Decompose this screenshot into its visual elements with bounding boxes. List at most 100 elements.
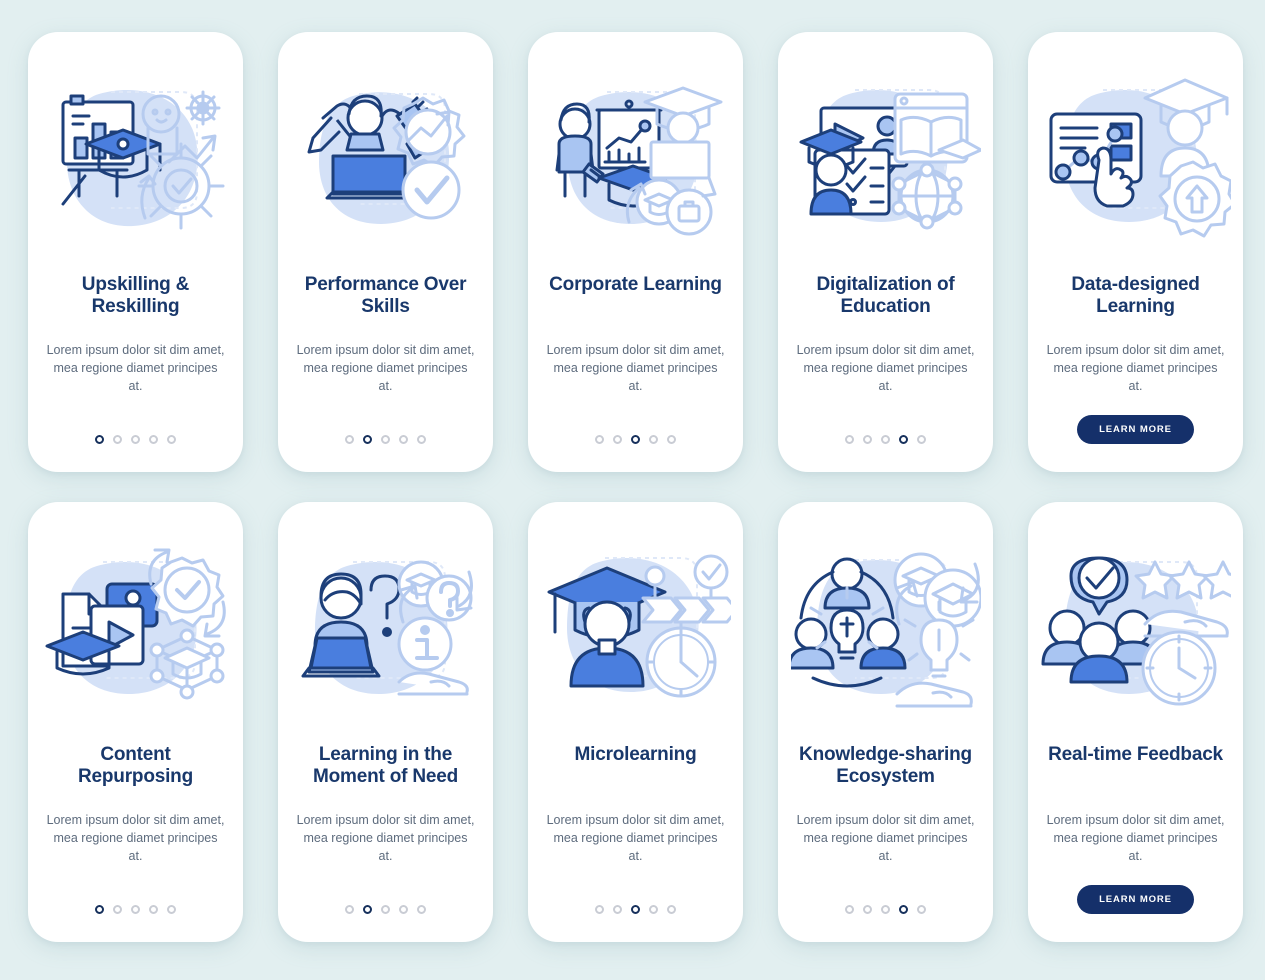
pagination-dot-active[interactable]: [899, 435, 908, 444]
multitasking-person-laptop-gear-chart-checkmark-icon: [291, 66, 481, 256]
card-body-text: Lorem ipsum dolor sit dim amet, mea regi…: [796, 343, 975, 393]
pagination-dots: [595, 905, 676, 914]
pagination-dot[interactable]: [417, 435, 426, 444]
card-footer: [778, 905, 993, 914]
pagination-dot[interactable]: [863, 905, 872, 914]
pagination-dot[interactable]: [667, 435, 676, 444]
documents-video-graduation-cap-gear-check-network-icon: [41, 536, 231, 726]
card-footer: LEARN MORE: [1028, 885, 1243, 914]
pagination-dots: [595, 435, 676, 444]
pagination-dot[interactable]: [595, 905, 604, 914]
card-title: Digitalization of Education: [816, 274, 955, 318]
teacher-pointer-chart-board-graduate-briefcase-icon: [541, 66, 731, 256]
pagination-dot[interactable]: [917, 435, 926, 444]
person-laptop-question-mark-info-hand-icon: [291, 536, 481, 726]
multitasking-person-laptop-gear-chart-checkmark-illustration: [307, 92, 465, 224]
people-lightbulb-graduation-caps-hand-illustration: [790, 552, 981, 708]
pagination-dot[interactable]: [131, 435, 140, 444]
card-title: Upskilling & Reskilling: [81, 274, 190, 318]
pagination-dot-active[interactable]: [363, 905, 372, 914]
video-player-checklist-graduate-book-network-illustration: [799, 89, 981, 230]
pagination-dot[interactable]: [113, 905, 122, 914]
people-group-check-bubble-stars-hand-clock-icon: [1041, 536, 1231, 726]
onboarding-card: Microlearning Lorem ipsum dolor sit dim a…: [528, 502, 743, 942]
onboarding-card: Performance Over Skills Lorem ipsum dolor…: [278, 32, 493, 472]
pagination-dots: [845, 435, 926, 444]
card-footer: [528, 905, 743, 914]
pagination-dot[interactable]: [149, 905, 158, 914]
card-body-text: Lorem ipsum dolor sit dim amet, mea regi…: [1046, 813, 1225, 863]
pagination-dot[interactable]: [113, 435, 122, 444]
card-footer: [278, 435, 493, 444]
video-player-checklist-graduate-book-network-icon: [791, 66, 981, 256]
people-lightbulb-graduation-caps-hand-icon: [790, 536, 981, 726]
graduate-cap-process-arrows-clock-illustration: [547, 554, 731, 698]
people-group-check-bubble-stars-hand-clock-illustration: [1041, 556, 1231, 706]
pagination-dot[interactable]: [845, 905, 854, 914]
card-body-text: Lorem ipsum dolor sit dim amet, mea regi…: [546, 343, 725, 393]
card-footer: LEARN MORE: [1028, 415, 1243, 444]
pagination-dot[interactable]: [167, 435, 176, 444]
person-laptop-question-mark-info-hand-illustration: [301, 560, 473, 696]
card-footer: [28, 905, 243, 914]
card-title: Knowledge-sharing Ecosystem: [799, 744, 972, 788]
pagination-dot[interactable]: [917, 905, 926, 914]
onboarding-card: Corporate Learning Lorem ipsum dolor sit …: [528, 32, 743, 472]
graduate-cap-process-arrows-clock-icon: [541, 536, 731, 726]
pagination-dot-active[interactable]: [631, 435, 640, 444]
pagination-dot[interactable]: [667, 905, 676, 914]
documents-video-graduation-cap-gear-check-network-illustration: [45, 548, 226, 700]
data-dashboard-hand-pointer-graduate-gear-arrow-illustration: [1049, 78, 1231, 238]
pagination-dot[interactable]: [399, 905, 408, 914]
card-body-text: Lorem ipsum dolor sit dim amet, mea regi…: [1046, 343, 1225, 393]
onboarding-card: Real-time Feedback Lorem ipsum dolor sit …: [1028, 502, 1243, 942]
pagination-dot[interactable]: [131, 905, 140, 914]
pagination-dot[interactable]: [595, 435, 604, 444]
pagination-dot[interactable]: [649, 905, 658, 914]
card-title: Real-time Feedback: [1048, 744, 1223, 765]
pagination-dots: [345, 905, 426, 914]
pagination-dots: [95, 435, 176, 444]
learn-more-button[interactable]: LEARN MORE: [1077, 415, 1194, 444]
pagination-dot[interactable]: [399, 435, 408, 444]
card-footer: [778, 435, 993, 444]
pagination-dot[interactable]: [381, 905, 390, 914]
teacher-pointer-chart-board-graduate-briefcase-illustration: [555, 86, 722, 236]
pagination-dots: [95, 905, 176, 914]
pagination-dot-active[interactable]: [95, 905, 104, 914]
card-footer: [28, 435, 243, 444]
card-footer: [528, 435, 743, 444]
card-body-text: Lorem ipsum dolor sit dim amet, mea regi…: [796, 813, 975, 863]
learn-more-button[interactable]: LEARN MORE: [1077, 885, 1194, 914]
card-body-text: Lorem ipsum dolor sit dim amet, mea regi…: [296, 343, 475, 393]
pagination-dot[interactable]: [167, 905, 176, 914]
pagination-dot[interactable]: [149, 435, 158, 444]
data-dashboard-hand-pointer-graduate-gear-arrow-icon: [1041, 66, 1231, 256]
pagination-dot[interactable]: [417, 905, 426, 914]
card-title: Content Repurposing: [78, 744, 193, 788]
pagination-dot-active[interactable]: [899, 905, 908, 914]
pagination-dots: [845, 905, 926, 914]
pagination-dot[interactable]: [845, 435, 854, 444]
pagination-dot-active[interactable]: [363, 435, 372, 444]
pagination-dot[interactable]: [613, 905, 622, 914]
pagination-dot[interactable]: [345, 435, 354, 444]
onboarding-card: Knowledge-sharing Ecosystem Lorem ipsum d…: [778, 502, 993, 942]
card-title: Performance Over Skills: [304, 274, 467, 318]
pagination-dots: [345, 435, 426, 444]
pagination-dot[interactable]: [649, 435, 658, 444]
onboarding-card: Digitalization of Education Lorem ipsum d…: [778, 32, 993, 472]
pagination-dot-active[interactable]: [631, 905, 640, 914]
pagination-dot[interactable]: [345, 905, 354, 914]
pagination-dot[interactable]: [881, 435, 890, 444]
card-body-text: Lorem ipsum dolor sit dim amet, mea regi…: [46, 343, 225, 393]
pagination-dot[interactable]: [381, 435, 390, 444]
pagination-dot-active[interactable]: [95, 435, 104, 444]
onboarding-card: Data-designed Learning Lorem ipsum dolor …: [1028, 32, 1243, 472]
pagination-dot[interactable]: [613, 435, 622, 444]
pagination-dot[interactable]: [881, 905, 890, 914]
card-title: Corporate Learning: [549, 274, 722, 295]
pagination-dot[interactable]: [863, 435, 872, 444]
card-footer: [278, 905, 493, 914]
card-body-text: Lorem ipsum dolor sit dim amet, mea regi…: [546, 813, 725, 863]
